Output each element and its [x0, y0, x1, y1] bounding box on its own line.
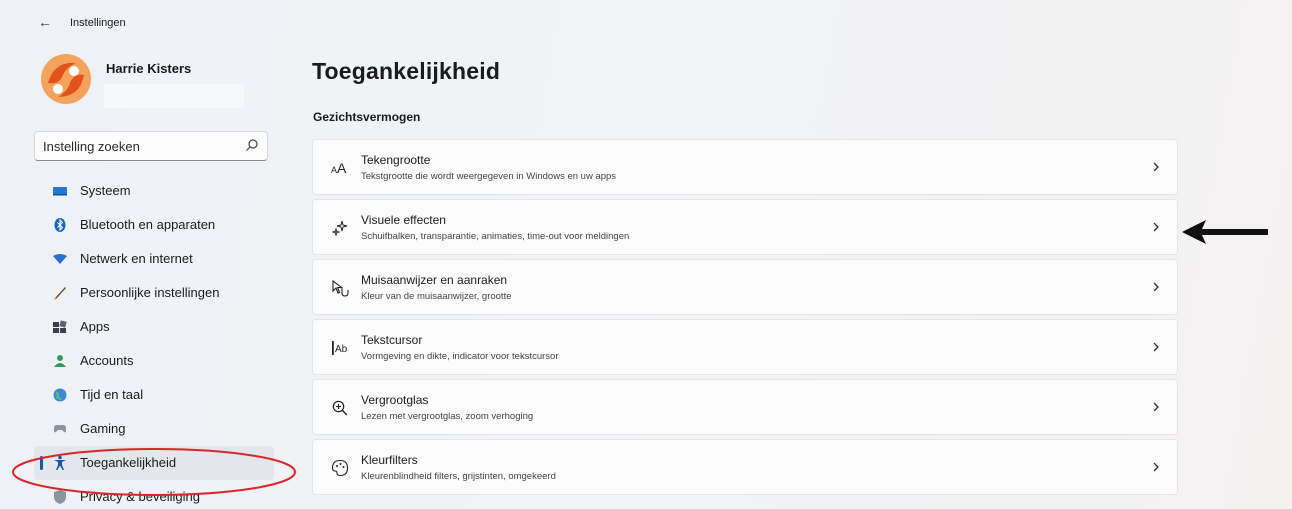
section-title: Gezichtsvermogen	[313, 110, 421, 124]
sidebar-item-label: Gaming	[80, 421, 126, 436]
card-description: Tekstgrootte die wordt weergegeven in Wi…	[361, 171, 617, 182]
card-title: Tekengrootte	[361, 153, 431, 167]
back-arrow-icon[interactable]: ←	[38, 14, 52, 30]
settings-search[interactable]	[34, 131, 268, 161]
card-title: Muisaanwijzer en aanraken	[361, 273, 508, 287]
user-name: Harrie Kisters	[106, 61, 192, 76]
card-muisaanwijzer[interactable]: Muisaanwijzer en aanraken Kleur van de m…	[312, 259, 1178, 315]
card-description: Kleurenblindheid filters, grijstinten, o…	[361, 471, 556, 482]
sidebar-item-label: Bluetooth en apparaten	[80, 217, 216, 232]
search-input[interactable]	[43, 136, 233, 156]
sidebar-item-netwerk[interactable]: Netwerk en internet	[34, 242, 274, 276]
sidebar-item-label: Tijd en taal	[80, 387, 144, 402]
card-visuele-effecten[interactable]: Visuele effecten Schuifbalken, transpara…	[312, 199, 1178, 255]
chevron-right-icon	[1153, 162, 1159, 172]
card-tekengrootte[interactable]: A A Tekengrootte Tekstgrootte die wordt …	[312, 139, 1178, 195]
sidebar-item-persoonlijk[interactable]: Persoonlijke instellingen	[34, 276, 274, 310]
card-description: Vormgeving en dikte, indicator voor teks…	[361, 351, 559, 362]
chevron-right-icon	[1153, 462, 1159, 472]
sidebar-item-label: Apps	[80, 319, 110, 334]
card-title: Vergrootglas	[361, 393, 429, 407]
user-email-redacted	[104, 84, 244, 108]
bluetooth-icon	[54, 218, 66, 232]
person-icon	[54, 355, 66, 367]
sidebar-item-label: Persoonlijke instellingen	[80, 285, 220, 300]
brush-icon	[54, 287, 66, 300]
magnifier-icon	[332, 400, 348, 416]
title-bar: ← Instellingen	[0, 0, 1292, 40]
text-cursor-icon: Ab	[332, 341, 348, 355]
monitor-icon	[53, 187, 67, 196]
chevron-right-icon	[1153, 342, 1159, 352]
card-title: Kleurfilters	[361, 453, 418, 467]
sidebar-item-tijd-taal[interactable]: Tijd en taal	[34, 378, 274, 412]
wifi-icon	[53, 254, 67, 264]
sidebar-item-label: Netwerk en internet	[80, 251, 193, 266]
sidebar-item-systeem[interactable]: Systeem	[34, 174, 274, 208]
sidebar-item-bluetooth[interactable]: Bluetooth en apparaten	[34, 208, 274, 242]
card-title: Tekstcursor	[361, 333, 423, 347]
apps-icon	[53, 320, 67, 333]
card-title: Visuele effecten	[361, 213, 446, 227]
card-description: Lezen met vergrootglas, zoom verhoging	[361, 411, 534, 422]
chevron-right-icon	[1153, 282, 1159, 292]
page-title: Toegankelijkheid	[312, 58, 501, 84]
annotation-circle-icon	[12, 448, 296, 496]
card-kleurfilters[interactable]: Kleurfilters Kleurenblindheid filters, g…	[312, 439, 1178, 495]
text-size-icon: A A	[331, 160, 347, 176]
gamepad-icon	[54, 425, 66, 433]
color-filter-icon	[331, 459, 349, 477]
pointer-touch-icon	[332, 279, 349, 297]
card-tekstcursor[interactable]: Ab Tekstcursor Vormgeving en dikte, indi…	[312, 319, 1178, 375]
sparkle-icon	[331, 220, 348, 237]
user-avatar[interactable]	[40, 53, 92, 105]
sidebar-item-apps[interactable]: Apps	[34, 310, 274, 344]
app-title: Instellingen	[70, 17, 126, 29]
chevron-right-icon	[1153, 222, 1159, 232]
sidebar-item-label: Systeem	[80, 183, 131, 198]
sidebar-item-label: Accounts	[80, 353, 134, 368]
settings-card-list: A A Tekengrootte Tekstgrootte die wordt …	[312, 139, 1178, 499]
chevron-right-icon	[1153, 402, 1159, 412]
svg-text:A: A	[337, 160, 347, 176]
sidebar-item-accounts[interactable]: Accounts	[34, 344, 274, 378]
card-description: Kleur van de muisaanwijzer, grootte	[361, 291, 512, 302]
card-vergrootglas[interactable]: Vergrootglas Lezen met vergrootglas, zoo…	[312, 379, 1178, 435]
sidebar-item-gaming[interactable]: Gaming	[34, 412, 274, 446]
annotation-arrow-icon	[1182, 220, 1268, 244]
card-description: Schuifbalken, transparantie, animaties, …	[361, 231, 630, 242]
search-icon[interactable]	[245, 138, 259, 152]
svg-text:Ab: Ab	[335, 344, 348, 355]
globe-clock-icon	[53, 388, 67, 402]
